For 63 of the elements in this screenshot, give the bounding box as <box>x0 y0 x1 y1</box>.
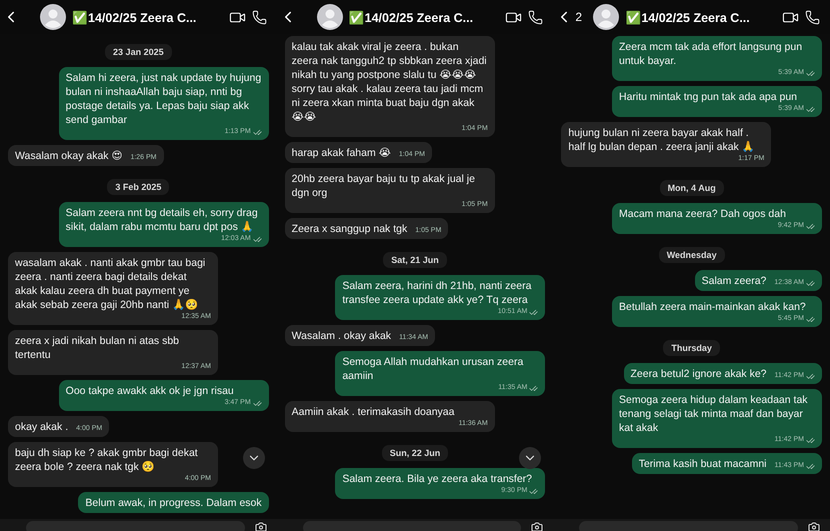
message-text: hujung bulan ni zeera bayar akak half . half lg bulan depan . zeera janji akak 🙏 <box>568 126 756 154</box>
scroll-down-button[interactable] <box>242 447 265 469</box>
date-label: Mon, 4 Aug <box>660 180 724 196</box>
message-text: Ooo takpe awakk akk ok je jgn risau <box>66 384 234 398</box>
phone-icon[interactable] <box>528 10 544 24</box>
message-text: okay akak . <box>15 420 68 434</box>
read-ticks-icon <box>806 436 815 444</box>
message-text: Terima kasih buat macamni <box>638 457 767 471</box>
phone-icon[interactable] <box>252 10 267 24</box>
message-text: Haritu mintak tng pun tak ada apa pun <box>618 90 798 104</box>
read-ticks-icon <box>806 222 815 230</box>
message-text: Zeera betul2 ignore akak ke? <box>630 367 767 381</box>
message-text: Salam zeera, harini dh 21hb, nanti zeera transfee zeera update akk ye? Tq zeera <box>342 279 532 307</box>
read-ticks-icon <box>806 314 815 324</box>
date-label: Thursday <box>663 340 720 356</box>
message-text: Semoga zeera hidup dalam keadaan tak tenang selagi tak minta maaf dan bayar kat akak <box>618 393 809 435</box>
message-text: Salam hi zeera, just nak update by hujung bulan ni inshaaAllah baju siap, nnti bg postage details ya. Lepas baju siap akk send gambar <box>66 71 262 127</box>
message-text: baju dh siap ke ? akak gmbr bagi dekat zeera bole ? zeera nak tgk 🥺 <box>15 446 199 474</box>
message-text: Zeera x sanggup nak tgk <box>292 222 408 236</box>
avatar-icon[interactable] <box>40 4 66 30</box>
camera-icon[interactable] <box>531 521 544 531</box>
unread-count: 2 <box>575 10 582 24</box>
read-ticks-icon <box>252 128 262 136</box>
message-text: Zeera mcm tak ada effort langsung pun untuk bayar. <box>618 40 804 68</box>
message-text: Belum awak, in progress. Dalam esok <box>85 496 262 510</box>
message-text: Salam zeera? <box>702 274 766 288</box>
avatar-icon[interactable] <box>316 4 343 30</box>
phone-icon[interactable] <box>804 10 820 24</box>
read-ticks-icon <box>806 104 815 114</box>
date-label: 3 Feb 2025 <box>107 179 170 195</box>
read-ticks-icon <box>252 398 262 408</box>
read-ticks-icon <box>806 462 815 470</box>
message-text: Aamiin akak . terimakasih doanyaa <box>292 405 454 419</box>
date-label: 23 Jan 2025 <box>105 44 172 60</box>
read-ticks-icon <box>806 372 815 380</box>
message-text: Betullah zeera main-mainkan akak kan? <box>618 300 806 314</box>
date-label: Sat, 21 Jun <box>383 252 447 268</box>
chat-title[interactable]: ✅14/02/25 Zeera C... <box>348 10 500 24</box>
camera-icon[interactable] <box>808 521 820 531</box>
message-text: wasalam akak . nanti akak gmbr tau bagi zeera . nanti zeera bagi details dekat akak kalau zeera dh buat payment ye akak sebab zeera gaji 20hb nanti 🙏🥺 <box>15 256 206 312</box>
message-text: Macam mana zeera? Dah ogos dah <box>618 207 786 221</box>
message-text: Salam zeera nnt bg details eh, sorry drag sikit, dalam rabu mcmtu baru dpt pos 🙏 <box>66 206 259 234</box>
read-ticks-icon <box>529 486 538 496</box>
message-text: Wasalam . okay akak <box>292 329 392 343</box>
message-text: 20hb zeera bayar baju tu tp akak jual je dgn org <box>292 172 476 200</box>
message-text: zeera x jadi nikah bulan ni atas sbb tertentu <box>15 334 180 362</box>
chat-title[interactable]: ✅14/02/25 Zeera C... <box>72 10 223 24</box>
message-text: Semoga Allah mudahkan urusan zeera aamiin <box>342 355 524 383</box>
message-text: Wasalam okay akak 😍 <box>15 149 122 163</box>
avatar-icon[interactable] <box>593 4 620 30</box>
read-ticks-icon <box>529 384 538 392</box>
chat-title[interactable]: ✅14/02/25 Zeera C... <box>625 10 776 24</box>
read-ticks-icon <box>252 234 262 244</box>
read-ticks-icon <box>806 68 815 78</box>
camera-icon[interactable] <box>254 521 267 531</box>
message-text: Salam zeera. Bila ye zeera aka transfer? <box>342 472 532 486</box>
scroll-down-button[interactable] <box>519 447 542 469</box>
message-text: harap akak faham 😭 <box>292 146 391 160</box>
read-ticks-icon <box>806 278 815 288</box>
date-label: Sun, 22 Jun <box>382 445 448 461</box>
message-text: kalau tak akak viral je zeera . bukan zeera nak tangguh2 tp sbbkan zeera xjadi nikah tu yang postpone slalu tu 😭😭😭 sorry tau akak . kalau zeera tau jadi mcm ni zeera xkan minta buat baju dgn akak 😭😭 <box>292 40 488 124</box>
read-ticks-icon <box>529 308 538 316</box>
date-label: Wednesday <box>658 247 725 263</box>
